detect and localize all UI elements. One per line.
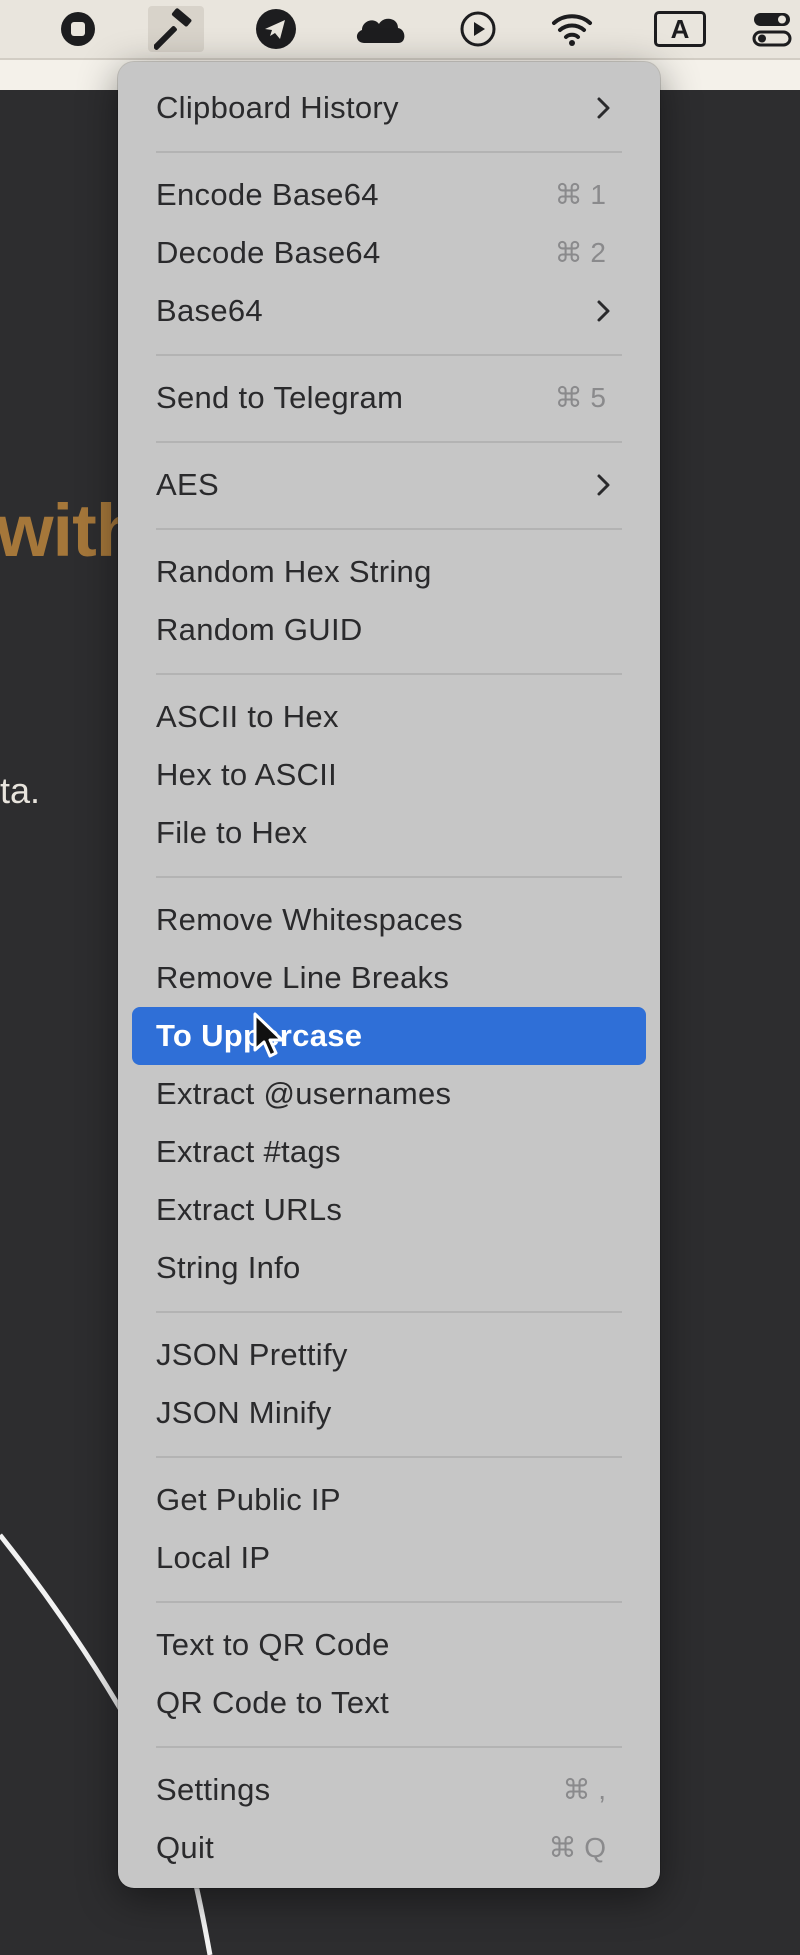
menu-separator: [156, 1745, 622, 1748]
menu-item-label: Get Public IP: [156, 1482, 341, 1517]
background-body-fragment: ta.: [0, 770, 41, 811]
menu-item-text-to-qr-code[interactable]: Text to QR Code: [132, 1616, 646, 1674]
keyboard-shortcut: ⌘ ,: [562, 1774, 606, 1805]
menu-item-qr-code-to-text[interactable]: QR Code to Text: [132, 1674, 646, 1732]
menu-item-label: String Info: [156, 1250, 301, 1285]
stop-icon[interactable]: [50, 6, 106, 52]
menu-item-label: Local IP: [156, 1540, 271, 1575]
menu-item-string-info[interactable]: String Info: [132, 1239, 646, 1297]
menu-item-label: Settings: [156, 1772, 271, 1807]
menu-separator: [156, 353, 622, 356]
menu-item-label: File to Hex: [156, 815, 308, 850]
menu-item-clipboard-history[interactable]: Clipboard History: [132, 79, 646, 137]
cloud-icon[interactable]: [352, 6, 408, 52]
menu-item-random-hex-string[interactable]: Random Hex String: [132, 543, 646, 601]
screen: with ta. A Clipboard History Encode Base…: [0, 0, 800, 1955]
menu-item-label: Remove Line Breaks: [156, 960, 450, 995]
menu-item-extract-tags[interactable]: Extract #tags: [132, 1123, 646, 1181]
menu-item-label: Random Hex String: [156, 554, 432, 589]
dropdown-menu: Clipboard History Encode Base64 ⌘ 1 Decode …: [118, 62, 660, 1888]
chevron-right-icon: [597, 97, 610, 119]
menu-item-encode-base64[interactable]: Encode Base64 ⌘ 1: [132, 166, 646, 224]
menu-item-label: Remove Whitespaces: [156, 902, 463, 937]
chevron-right-icon: [597, 300, 610, 322]
chevron-right-icon: [597, 474, 610, 496]
keyboard-shortcut: ⌘ Q: [548, 1832, 606, 1863]
menu-item-label: Quit: [156, 1830, 215, 1865]
menu-item-label: JSON Prettify: [156, 1337, 348, 1372]
menu-item-send-to-telegram[interactable]: Send to Telegram ⌘ 5: [132, 369, 646, 427]
menu-item-aes[interactable]: AES: [132, 456, 646, 514]
menu-item-label: To Uppercase: [156, 1018, 363, 1053]
menu-item-get-public-ip[interactable]: Get Public IP: [132, 1471, 646, 1529]
menu-item-json-minify[interactable]: JSON Minify: [132, 1384, 646, 1442]
menu-item-file-to-hex[interactable]: File to Hex: [132, 804, 646, 862]
menu-item-local-ip[interactable]: Local IP: [132, 1529, 646, 1587]
menu-separator: [156, 150, 622, 153]
menu-item-label: Base64: [156, 293, 263, 328]
menu-item-decode-base64[interactable]: Decode Base64 ⌘ 2: [132, 224, 646, 282]
menu-item-quit[interactable]: Quit ⌘ Q: [132, 1819, 646, 1877]
telegram-icon[interactable]: [248, 6, 304, 52]
menu-item-extract-urls[interactable]: Extract URLs: [132, 1181, 646, 1239]
menu-item-json-prettify[interactable]: JSON Prettify: [132, 1326, 646, 1384]
menu-separator: [156, 672, 622, 675]
menu-item-label: Random GUID: [156, 612, 363, 647]
menu-item-label: Clipboard History: [156, 90, 399, 125]
hammer-icon[interactable]: [148, 6, 204, 52]
menu-item-remove-whitespaces[interactable]: Remove Whitespaces: [132, 891, 646, 949]
keyboard-shortcut: ⌘ 1: [554, 179, 606, 210]
menu-item-label: Text to QR Code: [156, 1627, 390, 1662]
menu-item-base64[interactable]: Base64: [132, 282, 646, 340]
input-source-icon[interactable]: A: [652, 6, 708, 52]
play-circle-icon[interactable]: [450, 6, 506, 52]
menu-separator: [156, 1310, 622, 1313]
menu-item-to-uppercase[interactable]: To Uppercase: [132, 1007, 646, 1065]
menu-separator: [156, 875, 622, 878]
menu-item-remove-line-breaks[interactable]: Remove Line Breaks: [132, 949, 646, 1007]
menu-item-label: AES: [156, 467, 219, 502]
menu-item-hex-to-ascii[interactable]: Hex to ASCII: [132, 746, 646, 804]
menu-item-label: Extract URLs: [156, 1192, 343, 1227]
menu-item-settings[interactable]: Settings ⌘ ,: [132, 1761, 646, 1819]
menu-item-label: Encode Base64: [156, 177, 379, 212]
menu-bar: A: [0, 0, 800, 60]
menu-separator: [156, 440, 622, 443]
menu-item-label: ASCII to Hex: [156, 699, 339, 734]
menu-separator: [156, 1600, 622, 1603]
menu-item-label: QR Code to Text: [156, 1685, 390, 1720]
menu-item-label: Decode Base64: [156, 235, 381, 270]
menu-item-ascii-to-hex[interactable]: ASCII to Hex: [132, 688, 646, 746]
menu-item-label: Send to Telegram: [156, 380, 404, 415]
wifi-icon[interactable]: [544, 6, 600, 52]
menu-item-random-guid[interactable]: Random GUID: [132, 601, 646, 659]
input-source-label: A: [654, 11, 706, 47]
menu-item-label: Extract #tags: [156, 1134, 341, 1169]
menu-separator: [156, 527, 622, 530]
keyboard-shortcut: ⌘ 2: [554, 237, 606, 268]
keyboard-shortcut: ⌘ 5: [554, 382, 606, 413]
menu-item-label: Hex to ASCII: [156, 757, 338, 792]
menu-item-label: Extract @usernames: [156, 1076, 452, 1111]
menu-item-extract-usernames[interactable]: Extract @usernames: [132, 1065, 646, 1123]
menu-item-label: JSON Minify: [156, 1395, 332, 1430]
menu-separator: [156, 1455, 622, 1458]
control-center-icon[interactable]: [744, 6, 800, 52]
